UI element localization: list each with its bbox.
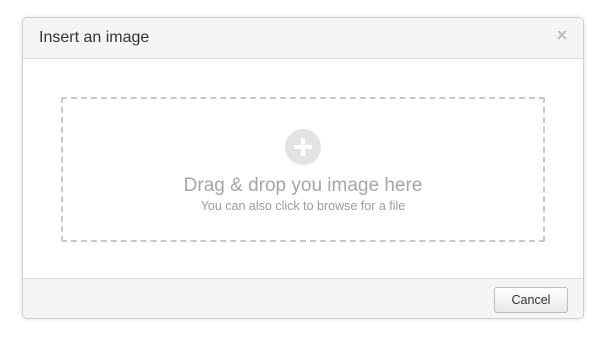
page-backdrop: Insert an image × Drag & drop you image … bbox=[0, 0, 601, 339]
dialog-body: Drag & drop you image here You can also … bbox=[23, 59, 583, 278]
dialog-title: Insert an image bbox=[39, 29, 150, 46]
dropzone-title: Drag & drop you image here bbox=[183, 175, 423, 196]
dialog-footer: Cancel bbox=[23, 278, 583, 318]
dropzone-subtitle: You can also click to browse for a file bbox=[200, 199, 406, 213]
dialog-header: Insert an image × bbox=[23, 18, 583, 59]
image-dropzone[interactable]: Drag & drop you image here You can also … bbox=[61, 97, 545, 242]
plus-circle-icon bbox=[285, 129, 321, 165]
close-icon[interactable]: × bbox=[555, 26, 569, 44]
cancel-button[interactable]: Cancel bbox=[494, 287, 568, 313]
insert-image-dialog: Insert an image × Drag & drop you image … bbox=[22, 17, 584, 319]
